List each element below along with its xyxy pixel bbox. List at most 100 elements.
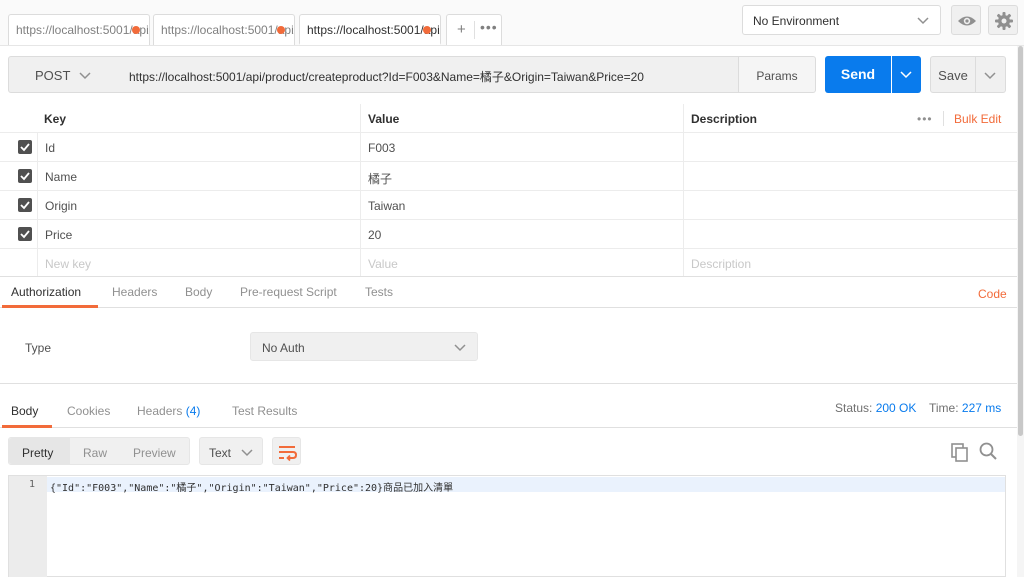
- param-value-cell[interactable]: Taiwan: [360, 191, 683, 219]
- time-label: Time:: [929, 401, 959, 415]
- checkbox[interactable]: [18, 198, 32, 212]
- check-icon: [20, 143, 30, 152]
- tab-pre-request-script[interactable]: Pre-request Script: [240, 285, 337, 299]
- response-body-editor[interactable]: 1 {"Id":"F003","Name":"橘子","Origin":"Tai…: [8, 475, 1006, 577]
- auth-type-value: No Auth: [262, 341, 305, 355]
- bulk-edit-link[interactable]: Bulk Edit: [954, 112, 1001, 126]
- tab-response-headers[interactable]: Headers (4): [137, 404, 200, 418]
- search-icon[interactable]: [978, 441, 998, 461]
- chevron-down-icon: [917, 17, 929, 25]
- param-value-cell[interactable]: F003: [360, 133, 683, 161]
- more-tabs-button[interactable]: •••: [480, 19, 498, 35]
- preview-button[interactable]: Preview: [133, 446, 176, 460]
- table-options-button[interactable]: •••: [917, 112, 933, 126]
- time-value: 227 ms: [961, 401, 1002, 415]
- table-row: Origin Taiwan: [0, 191, 1017, 220]
- request-tab-label: https://localhost:5001/api/product/creat…: [16, 23, 149, 37]
- key-column-header: Key: [44, 112, 67, 126]
- value-column-header: Value: [360, 104, 683, 132]
- new-param-row: New key Value Description: [0, 249, 1017, 278]
- gear-icon: [995, 12, 1013, 30]
- wrap-lines-icon: [279, 446, 298, 462]
- send-button[interactable]: Send: [825, 56, 891, 93]
- unsaved-dot-icon: [132, 26, 140, 34]
- method-value: POST: [35, 68, 71, 83]
- headers-count-badge: (4): [185, 404, 201, 418]
- response-format-select[interactable]: Text: [199, 437, 263, 465]
- param-description-cell[interactable]: [683, 191, 1017, 219]
- request-tab[interactable]: https://localhost:5001/api/product/creat…: [153, 14, 295, 45]
- environment-quick-look-button[interactable]: [951, 5, 981, 35]
- tab-authorization[interactable]: Authorization: [11, 285, 81, 299]
- check-icon: [20, 201, 30, 210]
- tab-headers[interactable]: Headers: [112, 285, 157, 299]
- new-key-input[interactable]: New key: [37, 249, 360, 277]
- manage-environments-button[interactable]: [988, 5, 1018, 35]
- param-description-cell[interactable]: [683, 133, 1017, 161]
- param-description-cell[interactable]: [683, 162, 1017, 190]
- response-tabs: Body Cookies Headers (4) Test Results St…: [0, 383, 1017, 428]
- row-check-cell: [0, 249, 37, 277]
- request-section-tabs: Authorization Headers Body Pre-request S…: [0, 276, 1017, 308]
- row-check-cell: [0, 191, 37, 219]
- send-options-button[interactable]: [892, 56, 921, 93]
- code-link[interactable]: Code: [978, 287, 1007, 301]
- param-value-cell[interactable]: 橘子: [360, 162, 683, 190]
- param-description-cell[interactable]: [683, 220, 1017, 248]
- chevron-down-icon: [241, 449, 253, 457]
- pretty-button[interactable]: Pretty: [22, 446, 53, 460]
- param-key-cell[interactable]: Name: [37, 162, 360, 190]
- status-label: Status:: [835, 401, 873, 415]
- tab-response-body[interactable]: Body: [11, 404, 38, 418]
- raw-button[interactable]: Raw: [83, 446, 107, 460]
- eye-icon: [958, 16, 976, 26]
- header-check-cell: [0, 104, 37, 132]
- unsaved-dot-icon: [277, 26, 285, 34]
- copy-icon[interactable]: [950, 442, 970, 462]
- save-options-button[interactable]: [975, 56, 1006, 93]
- scrollbar-thumb[interactable]: [1018, 46, 1023, 436]
- tab-test-results[interactable]: Test Results: [232, 404, 297, 418]
- new-value-input[interactable]: Value: [360, 249, 683, 277]
- method-select[interactable]: POST: [8, 56, 118, 93]
- tab-tests[interactable]: Tests: [365, 285, 393, 299]
- row-check-cell: [0, 220, 37, 248]
- checkbox[interactable]: [18, 140, 32, 154]
- check-icon: [20, 230, 30, 239]
- request-tab-label: https://localhost:5001/api/product/creat…: [161, 23, 294, 37]
- chevron-down-icon: [900, 71, 912, 79]
- unsaved-dot-icon: [423, 26, 431, 34]
- response-format-value: Text: [209, 446, 232, 460]
- url-input[interactable]: https://localhost:5001/api/product/creat…: [117, 56, 739, 93]
- new-description-input[interactable]: Description: [683, 249, 1017, 277]
- checkbox[interactable]: [18, 227, 32, 241]
- response-view-mode: Pretty Raw Preview: [8, 437, 190, 465]
- active-tab-indicator: [2, 305, 98, 308]
- new-tab-button[interactable]: +: [457, 21, 466, 38]
- chevron-down-icon: [454, 344, 466, 352]
- tab-body[interactable]: Body: [185, 285, 212, 299]
- param-key-cell[interactable]: Price: [37, 220, 360, 248]
- request-tab-active[interactable]: https://localhost:5001/api/product/creat…: [299, 14, 441, 45]
- request-tab-bar: https://localhost:5001/api/product/creat…: [0, 0, 1024, 46]
- response-time: Time: 227 ms: [929, 401, 1001, 415]
- environment-select[interactable]: No Environment: [742, 5, 941, 35]
- table-row: Id F003: [0, 133, 1017, 162]
- param-key-cell[interactable]: Id: [37, 133, 360, 161]
- response-body-text: {"Id":"F003","Name":"橘子","Origin":"Taiwa…: [50, 483, 454, 494]
- checkbox[interactable]: [18, 169, 32, 183]
- response-status: Status: 200 OK: [835, 401, 916, 415]
- save-button[interactable]: Save: [930, 56, 976, 93]
- request-tab[interactable]: https://localhost:5001/api/product/creat…: [8, 14, 150, 45]
- param-value-cell[interactable]: 20: [360, 220, 683, 248]
- request-tab-label: https://localhost:5001/api/product/creat…: [307, 23, 440, 37]
- wrap-lines-button[interactable]: [272, 437, 301, 465]
- params-button[interactable]: Params: [738, 56, 816, 93]
- tab-cookies[interactable]: Cookies: [67, 404, 110, 418]
- table-row: Price 20: [0, 220, 1017, 249]
- row-check-cell: [0, 162, 37, 190]
- auth-type-select[interactable]: No Auth: [250, 332, 478, 361]
- param-key-cell[interactable]: Origin: [37, 191, 360, 219]
- divider: [474, 21, 475, 39]
- auth-type-label: Type: [25, 341, 52, 355]
